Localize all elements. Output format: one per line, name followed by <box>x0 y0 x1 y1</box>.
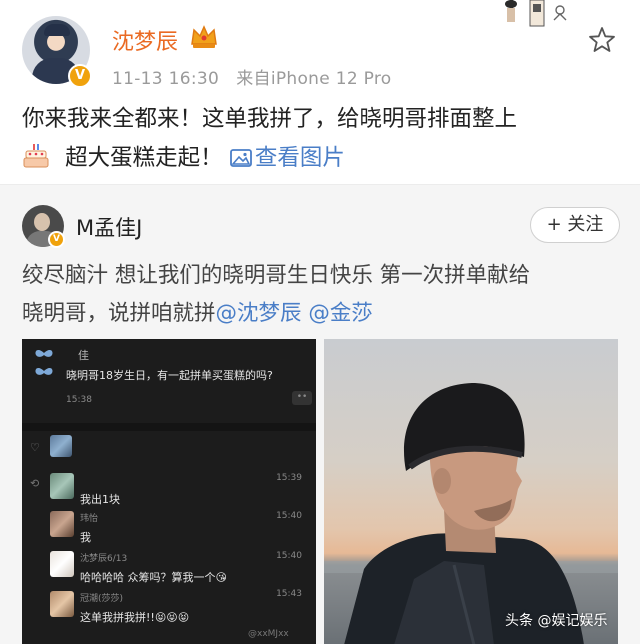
chat-avatar-3 <box>50 551 74 577</box>
chat-avatar-blur <box>50 435 72 457</box>
chat-message-4: 这单我拼我拼!!😝😝😝 <box>80 611 190 624</box>
post-timestamp: 11-13 16:30 <box>112 69 220 89</box>
chat-more-button[interactable]: •• <box>292 391 312 405</box>
chat-top-message: 晓明哥18岁生日，有一起拼单买蛋糕的吗? <box>66 369 273 382</box>
chat-divider <box>22 423 316 431</box>
chat-avatar-2 <box>50 511 74 537</box>
reposted-card[interactable]: V M孟佳J + 关注 绞尽脑汁 想让我们的晓明哥生日快乐 第一次拼单献给 晓明… <box>0 184 640 644</box>
portrait-photo-image[interactable] <box>324 339 618 644</box>
post-text-line2: 超大蛋糕走起！ <box>65 145 223 171</box>
chat-time-4: 15:43 <box>276 589 302 599</box>
chat-time-2: 15:40 <box>276 511 302 521</box>
picture-icon <box>229 149 252 167</box>
chat-avatar-1 <box>50 473 74 499</box>
post-text-line1: 你来我来全都来！这单我拼了，给晓明哥排面整上 <box>22 106 518 132</box>
view-pictures-label[interactable]: 查看图片 <box>255 145 345 171</box>
repost-author-name[interactable]: M孟佳J <box>76 212 142 242</box>
chat-screenshot-image[interactable]: 佳 晓明哥18岁生日，有一起拼单买蛋糕的吗? 15:38 •• ♡ ⟲ 我出1块… <box>22 339 316 644</box>
chat-message-3: 哈哈哈哈 众筹吗？算我一个😘 <box>80 571 227 584</box>
chat-top-sender: 佳 <box>78 349 89 362</box>
post-meta: 11-13 16:30 来自iPhone 12 Pro <box>112 64 392 89</box>
chat-reply-icon: ⟲ <box>30 477 40 490</box>
main-post: V 沈梦辰 11-13 16:30 来自iPhone 12 Pro 你来我来全都… <box>0 0 640 184</box>
footer-watermark: 头条 @娱记娱乐 <box>505 613 608 629</box>
mention-link-2[interactable]: @金莎 <box>308 301 373 326</box>
chat-sender-3: 沈梦辰6/13 <box>80 554 128 564</box>
chat-message-1: 我出1块 <box>80 493 120 506</box>
chat-sender-2: 玮怡 <box>80 514 99 524</box>
chat-watermark: @xxMJxx <box>248 629 289 639</box>
view-pictures-link[interactable]: 查看图片 <box>229 145 345 171</box>
repost-verified-badge-icon: V <box>48 231 65 248</box>
chat-top-time: 15:38 <box>66 395 92 405</box>
post-text-line2-row: 超大蛋糕走起！ 查看图片 <box>22 139 622 178</box>
crown-icon <box>191 25 217 48</box>
mention-link-1[interactable]: @沈梦辰 <box>216 301 302 326</box>
chat-time-1: 15:39 <box>276 473 302 483</box>
repost-text-line2: 晓明哥，说拼咱就拼 <box>22 301 216 326</box>
chat-heart-icon: ♡ <box>30 441 40 454</box>
chat-time-3: 15:40 <box>276 551 302 561</box>
verified-badge-icon: V <box>68 64 92 88</box>
post-body: 你来我来全都来！这单我拼了，给晓明哥排面整上 超大蛋糕走起！ 查看图片 <box>22 100 622 178</box>
card-decoration-icon <box>505 0 567 27</box>
repost-body: 绞尽脑汁 想让我们的晓明哥生日快乐 第一次拼单献给 晓明哥，说拼咱就拼@沈梦辰 … <box>22 257 622 333</box>
post-source: 来自iPhone 12 Pro <box>236 69 392 89</box>
chat-sender-4: 冠潮(莎莎) <box>80 594 124 604</box>
man-in-beanie-illustration <box>324 383 618 644</box>
author-name[interactable]: 沈梦辰 <box>112 24 178 56</box>
repost-text-line1: 绞尽脑汁 想让我们的晓明哥生日快乐 第一次拼单献给 <box>22 263 531 288</box>
cake-emoji-icon <box>23 144 49 168</box>
follow-button[interactable]: + 关注 <box>530 207 620 243</box>
repost-text-line2-row: 晓明哥，说拼咱就拼@沈梦辰 @金莎 <box>22 295 622 333</box>
butterfly-avatar-icon <box>35 349 53 375</box>
chat-message-2: 我 <box>80 531 91 544</box>
chat-avatar-4 <box>50 591 74 617</box>
favorite-star-icon[interactable] <box>588 26 616 54</box>
